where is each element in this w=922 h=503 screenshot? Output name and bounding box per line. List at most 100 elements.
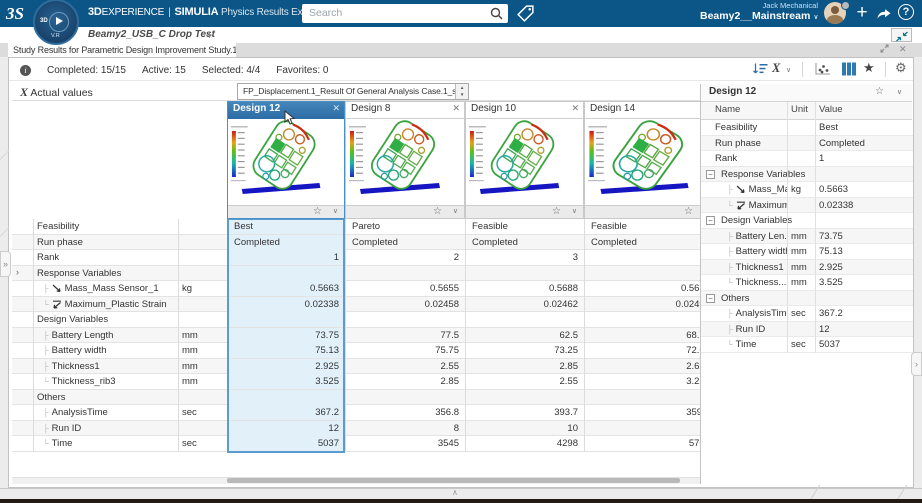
- tree-expander-icon[interactable]: ›: [16, 267, 19, 277]
- value-cell[interactable]: 0.02462: [465, 297, 584, 312]
- column-view-icon[interactable]: [841, 62, 857, 81]
- actual-values-mode-icon[interactable]: X: [772, 61, 780, 76]
- value-cell[interactable]: 3: [465, 250, 584, 265]
- close-icon[interactable]: ✕: [452, 103, 460, 114]
- row-label-cell[interactable]: └ Thickness_rib3: [12, 374, 178, 389]
- row-label-cell[interactable]: Rank: [12, 250, 178, 265]
- row-label-cell[interactable]: Run phase: [12, 235, 178, 250]
- value-cell[interactable]: 356.8: [345, 405, 465, 420]
- value-cell[interactable]: 2.85: [345, 374, 465, 389]
- chevron-down-icon[interactable]: ∨: [333, 206, 338, 218]
- value-cell[interactable]: 0.02338: [227, 296, 345, 312]
- favorite-star-icon[interactable]: ☆: [313, 206, 322, 218]
- value-cell[interactable]: Feasible: [584, 219, 716, 234]
- simulation-thumbnail[interactable]: [466, 119, 583, 207]
- close-icon[interactable]: ✕: [332, 103, 340, 114]
- row-label-cell[interactable]: Others: [12, 390, 178, 405]
- value-cell[interactable]: 75.75: [345, 343, 465, 358]
- value-cell[interactable]: 393.7: [465, 405, 584, 420]
- design-card-header[interactable]: Design 10 ✕: [466, 102, 583, 119]
- value-cell[interactable]: 2.55: [465, 374, 584, 389]
- value-cell[interactable]: 77.5: [345, 328, 465, 343]
- close-icon[interactable]: ✕: [571, 103, 579, 114]
- row-label-cell[interactable]: ├ Battery Length: [12, 328, 178, 343]
- value-cell[interactable]: 8: [345, 421, 465, 436]
- row-label-cell[interactable]: ├ Run ID: [12, 421, 178, 436]
- value-cell[interactable]: 1: [227, 250, 345, 265]
- favorite-star-icon[interactable]: ☆: [875, 86, 884, 97]
- value-cell[interactable]: 75.13: [227, 343, 345, 358]
- result-field-dropdown[interactable]: FP_Displacement.1_Result Of General Anal…: [237, 83, 469, 100]
- help-icon[interactable]: ?: [898, 4, 914, 20]
- spinner-down-icon[interactable]: ▼: [456, 91, 468, 98]
- value-cell[interactable]: Completed: [465, 235, 584, 250]
- settings-gear-icon[interactable]: ⚙: [895, 60, 907, 76]
- value-cell[interactable]: Completed: [227, 234, 345, 250]
- value-cell[interactable]: 2.55: [345, 359, 465, 374]
- share-icon[interactable]: [876, 6, 893, 25]
- collapse-group-icon[interactable]: −: [706, 169, 715, 179]
- value-cell[interactable]: 3.225: [584, 374, 716, 389]
- design-card[interactable]: Design 14✕ ☆∨: [584, 101, 716, 219]
- value-cell[interactable]: 62.5: [465, 328, 584, 343]
- 3d-compass-icon[interactable]: 3D V.R: [33, 0, 79, 45]
- value-cell[interactable]: 2.925: [227, 358, 345, 374]
- detail-panel-header[interactable]: Design 12 ☆ ∨: [701, 84, 912, 102]
- value-cell[interactable]: 14: [584, 421, 716, 436]
- favorite-star-icon[interactable]: ☆: [684, 206, 693, 218]
- value-cell[interactable]: Completed: [345, 235, 465, 250]
- value-cell[interactable]: 359.4: [584, 405, 716, 420]
- value-cell[interactable]: 4298: [465, 436, 584, 451]
- value-cell[interactable]: 68.75: [584, 328, 716, 343]
- value-cell[interactable]: 73.75: [227, 327, 345, 343]
- value-cell[interactable]: 2: [345, 250, 465, 265]
- result-field-spinner[interactable]: ▲ ▼: [455, 84, 468, 99]
- favorite-star-icon[interactable]: ☆: [433, 206, 442, 218]
- row-label-cell[interactable]: ├ AnalysisTime: [12, 405, 178, 420]
- value-cell[interactable]: 5037: [227, 436, 345, 451]
- close-view-icon[interactable]: ✕: [899, 44, 907, 55]
- collapse-group-icon[interactable]: −: [706, 293, 715, 303]
- add-button[interactable]: +: [852, 0, 872, 26]
- design-card[interactable]: Design 8 ✕ ☆ ∨: [345, 101, 465, 219]
- design-card-header[interactable]: Design 8 ✕: [346, 102, 464, 119]
- chevron-down-icon[interactable]: ∨: [453, 206, 458, 218]
- value-cell[interactable]: 0.5655: [345, 281, 465, 296]
- row-label-cell[interactable]: ├ Thickness1: [12, 359, 178, 374]
- value-cell[interactable]: 12: [227, 420, 345, 436]
- user-menu[interactable]: Jack Mechanical Beamy2__Mainstream ∨: [700, 2, 818, 24]
- collapse-group-icon[interactable]: −: [706, 216, 715, 225]
- chevron-down-icon[interactable]: ∨: [897, 88, 902, 96]
- new-tab-button[interactable]: +: [206, 28, 213, 42]
- collapse-window-icon[interactable]: [891, 28, 912, 42]
- design-card-header[interactable]: Design 14✕: [585, 102, 715, 119]
- simulation-thumbnail[interactable]: [228, 119, 344, 207]
- design-card[interactable]: Design 10 ✕ ☆ ∨: [465, 101, 584, 219]
- row-label-cell[interactable]: ├ Mass_Mass Sensor_1: [12, 281, 178, 296]
- expand-left-panel-icon[interactable]: »: [0, 251, 11, 277]
- search-icon[interactable]: [489, 6, 504, 21]
- value-cell[interactable]: 367.2: [227, 405, 345, 420]
- row-label-cell[interactable]: Design Variables: [12, 312, 178, 327]
- chevron-down-icon[interactable]: ∨: [786, 66, 791, 74]
- row-label-cell[interactable]: └ Time: [12, 436, 178, 451]
- document-tab[interactable]: Beamy2_USB_C Drop Test: [88, 29, 215, 40]
- value-cell[interactable]: Pareto: [345, 219, 465, 234]
- simulation-thumbnail[interactable]: [585, 119, 715, 207]
- value-cell[interactable]: Feasible: [465, 219, 584, 234]
- chevron-down-icon[interactable]: ∨: [572, 206, 577, 218]
- value-cell[interactable]: Completed: [584, 235, 716, 250]
- horizontal-scrollbar-thumb[interactable]: [227, 478, 680, 483]
- tab-study-results[interactable]: Study Results for Parametric Design Impr…: [8, 43, 236, 57]
- restore-view-icon[interactable]: [880, 44, 889, 55]
- simulation-thumbnail[interactable]: [346, 119, 464, 207]
- favorite-star-icon[interactable]: ☆: [552, 206, 561, 218]
- tag-icon[interactable]: [516, 4, 535, 23]
- search-input[interactable]: Search: [302, 4, 508, 23]
- value-cell[interactable]: 4: [584, 250, 716, 265]
- row-label-cell[interactable]: Feasibility: [12, 219, 178, 234]
- info-icon[interactable]: i: [20, 65, 31, 76]
- row-label-cell[interactable]: └ Maximum_Plastic Strain: [12, 297, 178, 312]
- value-cell[interactable]: 72.63: [584, 343, 716, 358]
- value-cell[interactable]: 2.625: [584, 359, 716, 374]
